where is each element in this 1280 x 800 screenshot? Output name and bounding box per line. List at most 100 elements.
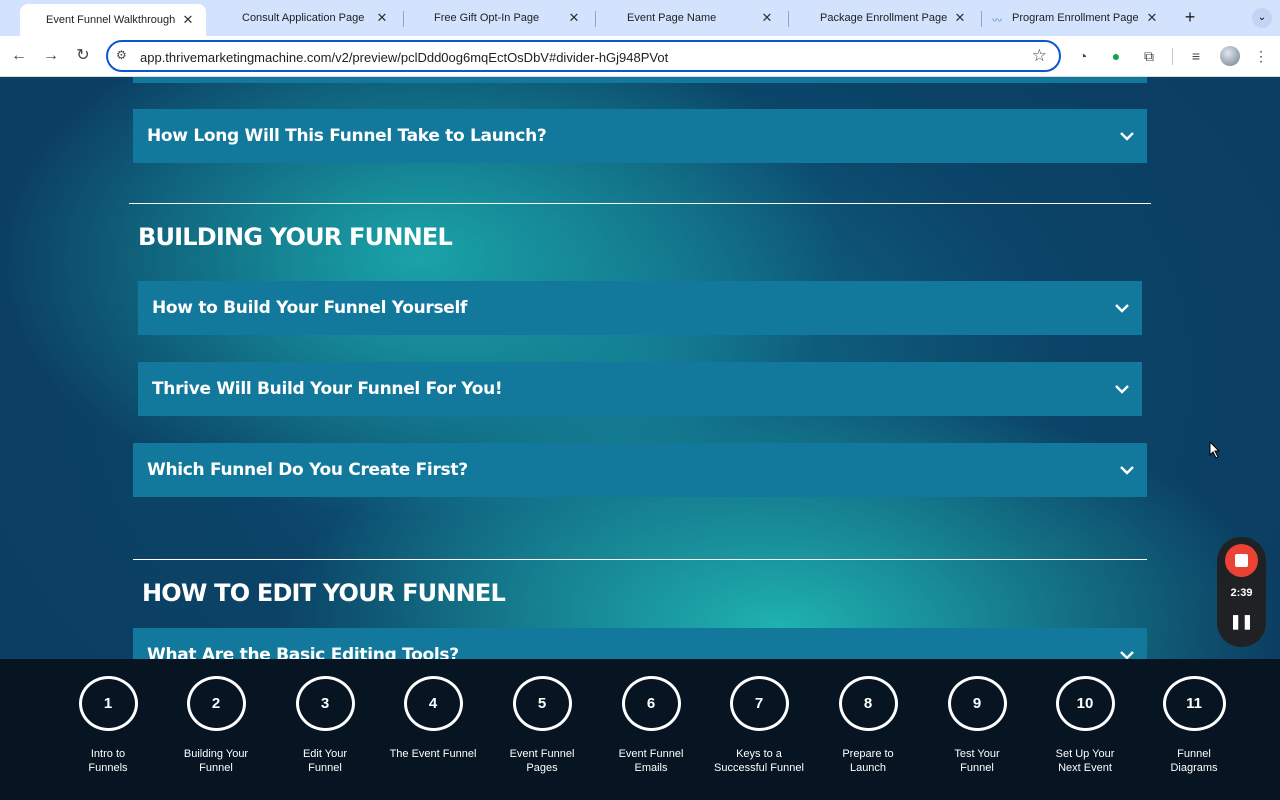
section-heading-edit: HOW TO EDIT YOUR FUNNEL [142, 579, 506, 607]
accordion-item-launch-time[interactable]: How Long Will This Funnel Take to Launch… [133, 109, 1147, 163]
recording-time: 2:39 [1230, 587, 1253, 599]
grammarly-extension-icon[interactable]: ● [1107, 47, 1125, 65]
reload-icon[interactable]: ↻ [72, 45, 94, 67]
accordion-label: Thrive Will Build Your Funnel For You! [152, 379, 503, 399]
tab-separator [788, 11, 789, 27]
tab-search-button[interactable]: ⌄ [1252, 8, 1272, 28]
tab-package-enrollment[interactable]: Package Enrollment Page ✕ [792, 4, 978, 32]
accordion-item-partial[interactable] [133, 77, 1147, 83]
chevron-down-icon [1107, 128, 1147, 144]
step-number: 8 [838, 676, 898, 731]
accordion-label: How Long Will This Funnel Take to Launch… [147, 126, 547, 146]
tab-separator [981, 11, 982, 27]
chevron-down-icon [1107, 462, 1147, 478]
chevron-down-icon [1107, 647, 1147, 659]
step-number: 2 [186, 676, 246, 731]
program-favicon-icon: 〰 [992, 16, 1002, 27]
page-content: How Long Will This Funnel Take to Launch… [0, 77, 1280, 659]
step-caption: The Event Funnel [389, 748, 477, 760]
accordion-item-thrive-builds[interactable]: Thrive Will Build Your Funnel For You! [138, 362, 1142, 416]
step-caption: Event Funnel Pages [509, 748, 575, 774]
new-tab-button[interactable]: + [1180, 8, 1200, 28]
accordion-label: Which Funnel Do You Create First? [147, 460, 468, 480]
tab-title: Free Gift Opt-In Page [434, 12, 540, 24]
mouse-cursor-icon [1209, 441, 1221, 459]
step-3[interactable]: 3 Edit Your Funnel [270, 676, 380, 775]
step-10[interactable]: 10 Set Up Your Next Event [1030, 676, 1140, 775]
step-4[interactable]: 4 The Event Funnel [378, 676, 488, 761]
tab-separator [403, 11, 404, 27]
tab-separator [595, 11, 596, 27]
tab-title: Event Page Name [627, 12, 717, 24]
step-number: 4 [403, 676, 463, 731]
tab-title: Event Funnel Walkthrough [46, 14, 176, 26]
tab-free-gift[interactable]: Free Gift Opt-In Page ✕ [406, 4, 592, 32]
address-bar[interactable]: ⚙ app.thrivemarketingmachine.com/v2/prev… [106, 40, 1061, 72]
url-text: app.thrivemarketingmachine.com/v2/previe… [140, 50, 669, 65]
step-5[interactable]: 5 Event Funnel Pages [487, 676, 597, 775]
section-divider [129, 203, 1151, 204]
close-icon[interactable]: ✕ [566, 10, 582, 26]
step-7[interactable]: 7 Keys to a Successful Funnel [704, 676, 814, 775]
tab-title: Program Enrollment Page [1012, 12, 1139, 24]
extensions-icon[interactable]: ⧉ [1140, 47, 1158, 65]
forward-icon[interactable]: → [40, 45, 62, 67]
screen-recorder-widget: 2:39 ❚❚ [1217, 537, 1266, 647]
close-icon[interactable]: ✕ [374, 10, 390, 26]
close-icon[interactable]: ✕ [1144, 10, 1160, 26]
accordion-item-editing-tools[interactable]: What Are the Basic Editing Tools? [133, 628, 1147, 659]
toolbar-separator [1172, 48, 1173, 65]
step-caption: Set Up Your Next Event [1055, 748, 1115, 774]
accordion-label: What Are the Basic Editing Tools? [147, 645, 459, 659]
step-number: 7 [729, 676, 789, 731]
media-controls-icon[interactable]: ≡ [1187, 47, 1205, 65]
tab-event-funnel[interactable]: Event Funnel Walkthrough ✕ [20, 4, 206, 36]
step-caption: Intro to Funnels [88, 748, 128, 774]
step-caption: Edit Your Funnel [302, 748, 348, 774]
tab-title: Package Enrollment Page [820, 12, 948, 24]
step-number: 6 [621, 676, 681, 731]
kebab-menu-icon[interactable]: ⋮ [1252, 47, 1270, 65]
close-icon[interactable]: ✕ [759, 10, 775, 26]
step-caption: Prepare to Launch [842, 748, 894, 774]
chevron-down-icon [1102, 381, 1142, 397]
chevron-down-icon [1102, 300, 1142, 316]
avatar[interactable] [1220, 46, 1240, 66]
step-caption: Funnel Diagrams [1170, 748, 1218, 774]
accordion-item-which-funnel-first[interactable]: Which Funnel Do You Create First? [133, 443, 1147, 497]
tab-strip: Event Funnel Walkthrough ✕ Consult Appli… [0, 0, 1280, 36]
star-icon[interactable]: ☆ [1032, 46, 1047, 66]
step-1[interactable]: 1 Intro to Funnels [53, 676, 163, 775]
browser-toolbar: ← → ↻ ⚙ app.thrivemarketingmachine.com/v… [0, 36, 1280, 77]
step-number: 9 [947, 676, 1007, 731]
section-heading-building: BUILDING YOUR FUNNEL [138, 223, 453, 251]
site-info-icon[interactable]: ⚙ [116, 48, 127, 62]
step-11[interactable]: 11 Funnel Diagrams [1139, 676, 1249, 775]
back-icon[interactable]: ← [8, 45, 30, 67]
step-number: 1 [78, 676, 138, 731]
step-2[interactable]: 2 Building Your Funnel [161, 676, 271, 775]
step-8[interactable]: 8 Prepare to Launch [813, 676, 923, 775]
step-navigation-bar: 1 Intro to Funnels 2 Building Your Funnel … [0, 659, 1280, 800]
tab-program-enrollment[interactable]: 〰 Program Enrollment Page ✕ [984, 4, 1170, 32]
close-icon[interactable]: ✕ [180, 12, 196, 28]
step-caption: Test Your Funnel [954, 748, 1000, 774]
tab-event-page-name[interactable]: Event Page Name ✕ [599, 4, 785, 32]
loader-extension-icon[interactable]: ◔ [1074, 47, 1092, 65]
step-caption: Keys to a Successful Funnel [714, 748, 804, 774]
tab-consult-application[interactable]: Consult Application Page ✕ [214, 4, 400, 32]
stop-icon[interactable] [1225, 544, 1258, 577]
tab-title: Consult Application Page [242, 12, 365, 24]
step-6[interactable]: 6 Event Funnel Emails [596, 676, 706, 775]
step-9[interactable]: 9 Test Your Funnel [922, 676, 1032, 775]
section-divider [133, 559, 1147, 560]
step-number: 10 [1055, 676, 1115, 731]
step-number: 3 [295, 676, 355, 731]
close-icon[interactable]: ✕ [952, 10, 968, 26]
accordion-label: How to Build Your Funnel Yourself [152, 298, 468, 318]
step-number: 5 [512, 676, 572, 731]
step-caption: Event Funnel Emails [618, 748, 684, 774]
step-caption: Building Your Funnel [183, 748, 249, 774]
pause-icon[interactable]: ❚❚ [1217, 613, 1266, 630]
accordion-item-build-yourself[interactable]: How to Build Your Funnel Yourself [138, 281, 1142, 335]
